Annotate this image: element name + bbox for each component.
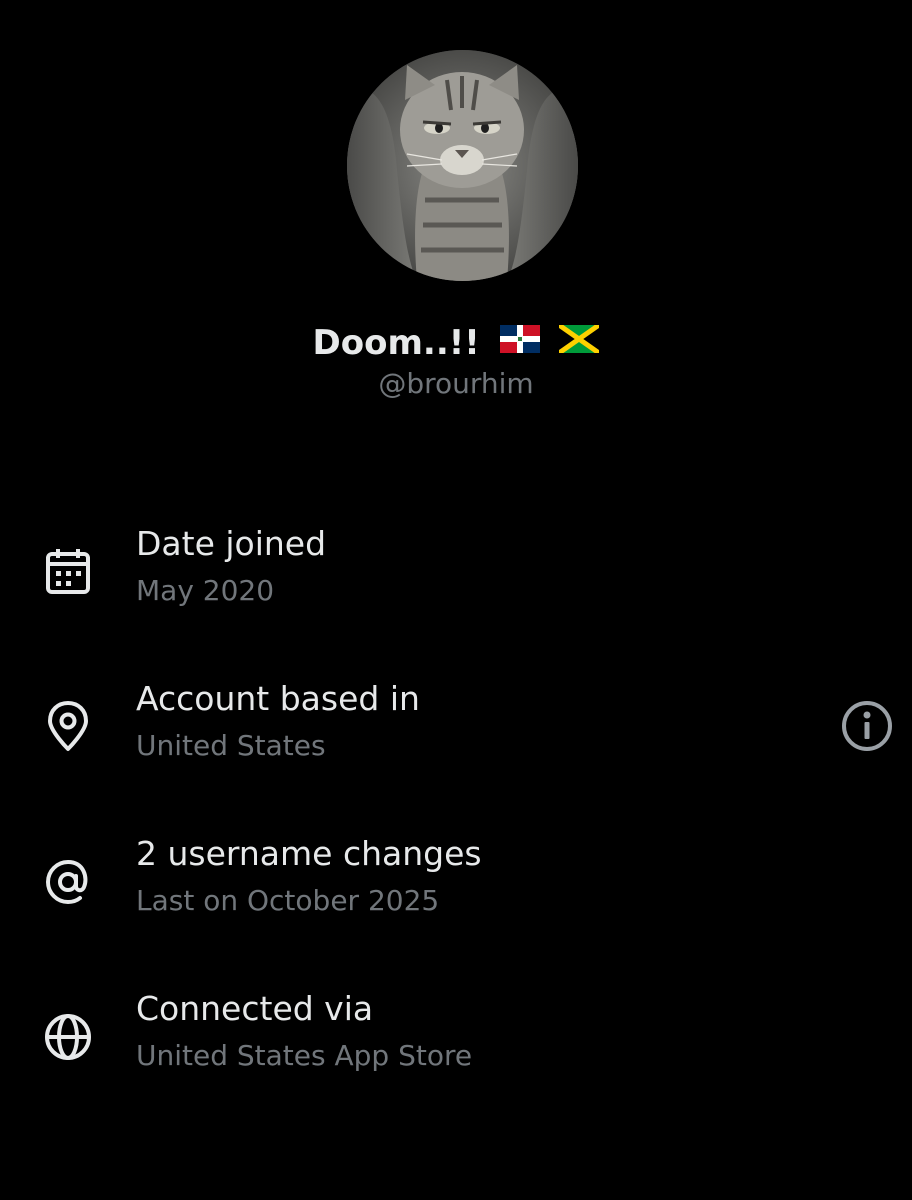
- profile-handle: @brourhim: [378, 367, 534, 400]
- info-icon[interactable]: [836, 695, 898, 757]
- detail-subtitle: United States: [136, 729, 326, 762]
- display-name-text: Doom..!!: [312, 323, 480, 363]
- detail-title: Account based in: [136, 679, 420, 718]
- detail-subtitle: May 2020: [136, 574, 275, 607]
- at-sign-icon: [40, 854, 96, 910]
- dominican-republic-flag-icon: [499, 321, 540, 363]
- detail-subtitle: Last on October 2025: [136, 884, 440, 917]
- profile-display-name: Doom..!!: [0, 322, 912, 366]
- detail-title: 2 username changes: [136, 834, 482, 873]
- detail-row-date-joined: Date joined May 2020: [0, 520, 912, 620]
- cat-avatar-image: [347, 50, 578, 281]
- jamaica-flag-icon: [558, 321, 601, 363]
- location-pin-icon: [40, 699, 96, 755]
- globe-icon: [40, 1009, 96, 1065]
- detail-title: Connected via: [136, 989, 374, 1028]
- detail-row-connected-via: Connected via United States App Store: [0, 985, 912, 1085]
- detail-subtitle: United States App Store: [136, 1039, 473, 1072]
- detail-row-account-based-in: Account based in United States: [0, 675, 912, 775]
- detail-title: Date joined: [136, 524, 327, 563]
- calendar-icon: [40, 544, 96, 600]
- detail-row-username-changes: 2 username changes Last on October 2025: [0, 830, 912, 930]
- profile-avatar[interactable]: [347, 50, 578, 281]
